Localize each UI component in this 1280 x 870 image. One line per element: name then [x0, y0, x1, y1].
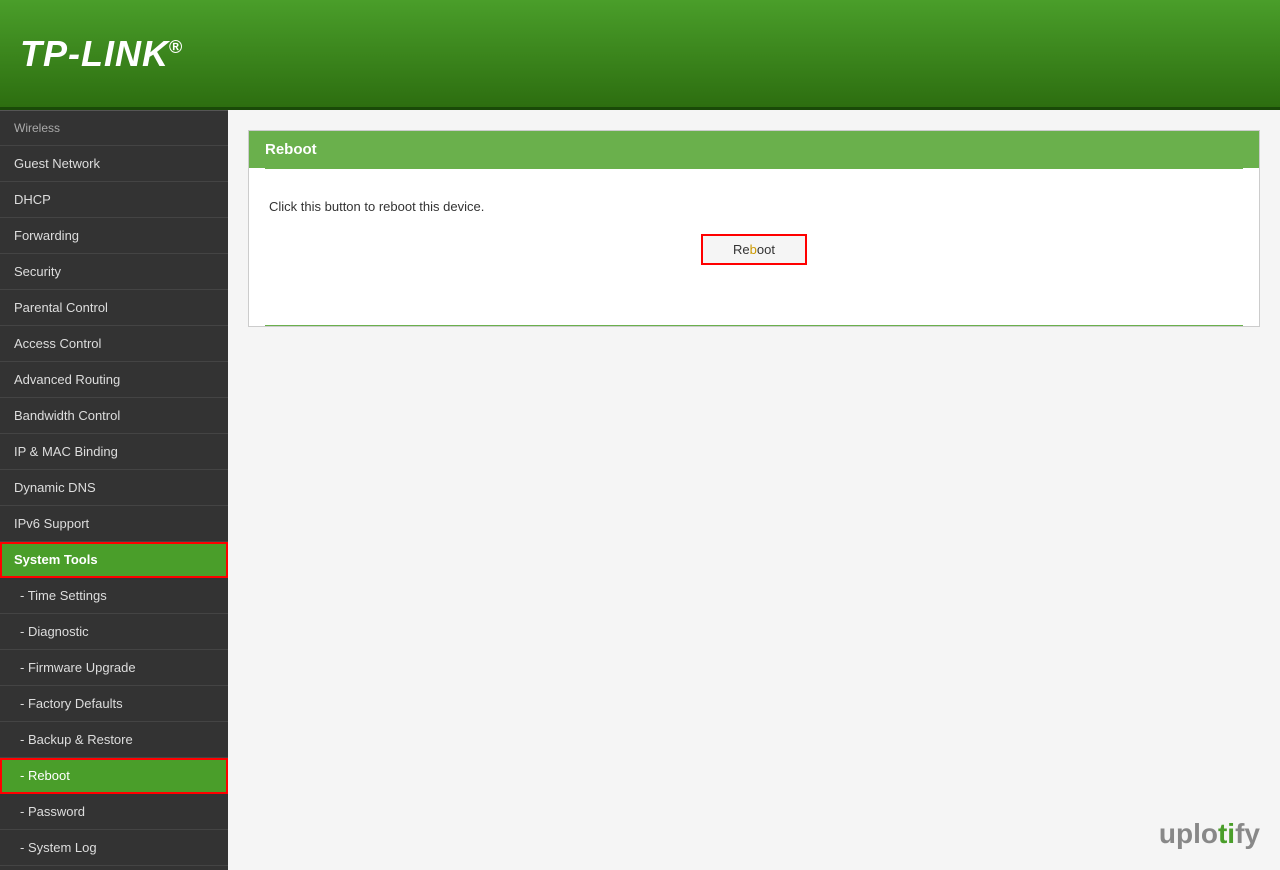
sidebar-item-forwarding[interactable]: Forwarding — [0, 218, 228, 254]
sidebar-item-ipv6-support[interactable]: IPv6 Support — [0, 506, 228, 542]
watermark-part3: fy — [1235, 818, 1260, 849]
sidebar: Wireless Guest Network DHCP Forwarding S… — [0, 110, 228, 870]
reboot-button[interactable]: Reboot — [701, 234, 807, 265]
sidebar-item-dynamic-dns[interactable]: Dynamic DNS — [0, 470, 228, 506]
sidebar-item-statistics[interactable]: - Statistics — [0, 866, 228, 870]
sidebar-item-parental-control[interactable]: Parental Control — [0, 290, 228, 326]
watermark: uplotify — [1159, 818, 1260, 850]
sidebar-item-access-control[interactable]: Access Control — [0, 326, 228, 362]
sidebar-item-bandwidth-control[interactable]: Bandwidth Control — [0, 398, 228, 434]
sidebar-item-dhcp[interactable]: DHCP — [0, 182, 228, 218]
watermark-part2: ti — [1218, 818, 1235, 849]
bottom-divider — [265, 325, 1243, 326]
sidebar-item-firmware-upgrade[interactable]: - Firmware Upgrade — [0, 650, 228, 686]
page-title: Reboot — [249, 131, 1259, 168]
sidebar-item-reboot[interactable]: - Reboot — [0, 758, 228, 794]
content-body: Click this button to reboot this device.… — [249, 169, 1259, 325]
sidebar-item-system-log[interactable]: - System Log — [0, 830, 228, 866]
sidebar-item-guest-network[interactable]: Guest Network — [0, 146, 228, 182]
sidebar-item-time-settings[interactable]: - Time Settings — [0, 578, 228, 614]
sidebar-item-ip-mac-binding[interactable]: IP & MAC Binding — [0, 434, 228, 470]
sidebar-item-factory-defaults[interactable]: - Factory Defaults — [0, 686, 228, 722]
registered-symbol: ® — [169, 37, 183, 57]
sidebar-item-advanced-routing[interactable]: Advanced Routing — [0, 362, 228, 398]
reboot-highlight: b — [750, 242, 757, 257]
description-text: Click this button to reboot this device. — [269, 199, 1239, 214]
sidebar-item-password[interactable]: - Password — [0, 794, 228, 830]
reboot-button-wrapper: Reboot — [269, 234, 1239, 265]
tp-link-logo: TP-LINK® — [20, 33, 183, 75]
content-area: Reboot Click this button to reboot this … — [248, 130, 1260, 327]
sidebar-item-backup-restore[interactable]: - Backup & Restore — [0, 722, 228, 758]
sidebar-item-diagnostic[interactable]: - Diagnostic — [0, 614, 228, 650]
main-content: Reboot Click this button to reboot this … — [228, 110, 1280, 870]
watermark-part1: uplo — [1159, 818, 1218, 849]
sidebar-item-security[interactable]: Security — [0, 254, 228, 290]
sidebar-item-wireless[interactable]: Wireless — [0, 110, 228, 146]
sidebar-item-system-tools[interactable]: System Tools — [0, 542, 228, 578]
main-layout: Wireless Guest Network DHCP Forwarding S… — [0, 110, 1280, 870]
header: TP-LINK® — [0, 0, 1280, 110]
